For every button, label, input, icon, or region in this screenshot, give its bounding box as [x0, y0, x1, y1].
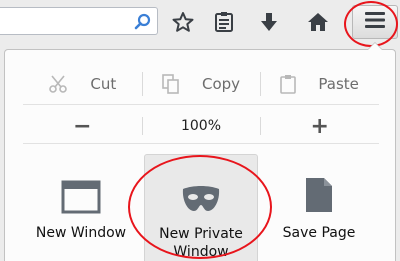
copy-label: Copy	[201, 75, 241, 93]
menu-panel: Cut Copy Paste − 100% + New Window New P…	[4, 42, 396, 261]
save-document-icon	[304, 168, 334, 214]
private-label-line2: Window	[173, 244, 229, 260]
divider	[23, 143, 379, 144]
copy-icon	[162, 74, 180, 94]
zoom-in-button[interactable]: +	[260, 113, 379, 139]
zoom-controls: − 100% +	[23, 113, 379, 139]
save-page-label: Save Page	[282, 225, 356, 241]
new-window-label: New Window	[35, 225, 127, 241]
save-page-button[interactable]: Save Page	[259, 154, 379, 261]
cut-button[interactable]: Cut	[23, 68, 142, 100]
new-private-window-button[interactable]: New Private Window	[144, 154, 258, 261]
hamburger-menu-icon	[365, 12, 385, 32]
cut-label: Cut	[90, 75, 117, 93]
reading-list-icon[interactable]	[213, 9, 235, 35]
zoom-out-button[interactable]: −	[23, 113, 142, 139]
private-mask-icon	[181, 169, 221, 215]
clipboard-icon	[280, 74, 297, 94]
zoom-level: 100%	[180, 118, 222, 134]
paste-button[interactable]: Paste	[260, 68, 379, 100]
new-private-window-label: New Private Window	[145, 225, 257, 261]
window-icon	[61, 168, 101, 214]
download-arrow-icon[interactable]	[258, 9, 280, 35]
divider	[23, 104, 379, 105]
scissors-icon	[48, 74, 68, 94]
zoom-in-label: +	[310, 113, 329, 139]
search-icon[interactable]	[134, 13, 152, 31]
zoom-reset-button[interactable]: 100%	[141, 113, 261, 139]
url-bar[interactable]	[0, 7, 158, 35]
private-label-line1: New Private	[159, 226, 243, 242]
zoom-out-label: −	[73, 113, 92, 139]
menu-button[interactable]	[352, 5, 398, 39]
home-icon[interactable]	[307, 9, 329, 35]
panel-arrow	[367, 42, 383, 50]
new-window-button[interactable]: New Window	[21, 154, 141, 261]
copy-button[interactable]: Copy	[141, 68, 261, 100]
bookmark-star-icon[interactable]	[172, 9, 194, 35]
edit-controls: Cut Copy Paste	[23, 68, 379, 100]
paste-label: Paste	[318, 75, 359, 93]
